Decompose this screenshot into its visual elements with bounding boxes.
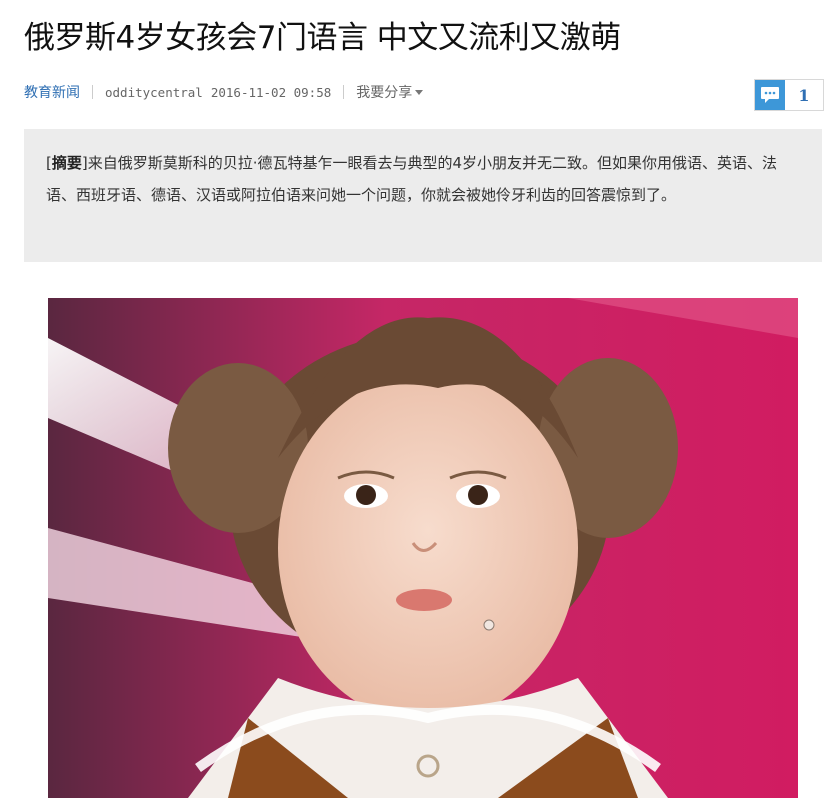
caret-down-icon (415, 89, 424, 95)
meta-divider (92, 85, 93, 99)
share-label: 我要分享 (356, 85, 413, 101)
comment-bubble-icon (755, 80, 785, 110)
publish-date: 2016-11-02 09:58 (210, 84, 332, 100)
article-summary: [摘要]来自俄罗斯莫斯科的贝拉·德瓦特基乍一眼看去与典型的4岁小朋友并无二致。但… (24, 129, 822, 262)
summary-text: 来自俄罗斯莫斯科的贝拉·德瓦特基乍一眼看去与典型的4岁小朋友并无二致。但如果你用… (46, 154, 778, 204)
comment-count-button[interactable]: 1 (754, 79, 824, 111)
category-link[interactable]: 教育新闻 (24, 82, 80, 102)
source-text: odditycentral (105, 84, 203, 100)
meta-divider (343, 85, 345, 99)
article-title: 俄罗斯4岁女孩会7门语言 中文又流利又激萌 (24, 20, 621, 56)
share-dropdown[interactable]: 我要分享 (356, 82, 424, 102)
comment-count: 1 (798, 85, 810, 105)
article-photo (48, 298, 798, 798)
article-meta: 教育新闻 odditycentral 2016-11-02 09:58 我要分享 (24, 80, 424, 104)
summary-label: 摘要 (51, 154, 82, 172)
